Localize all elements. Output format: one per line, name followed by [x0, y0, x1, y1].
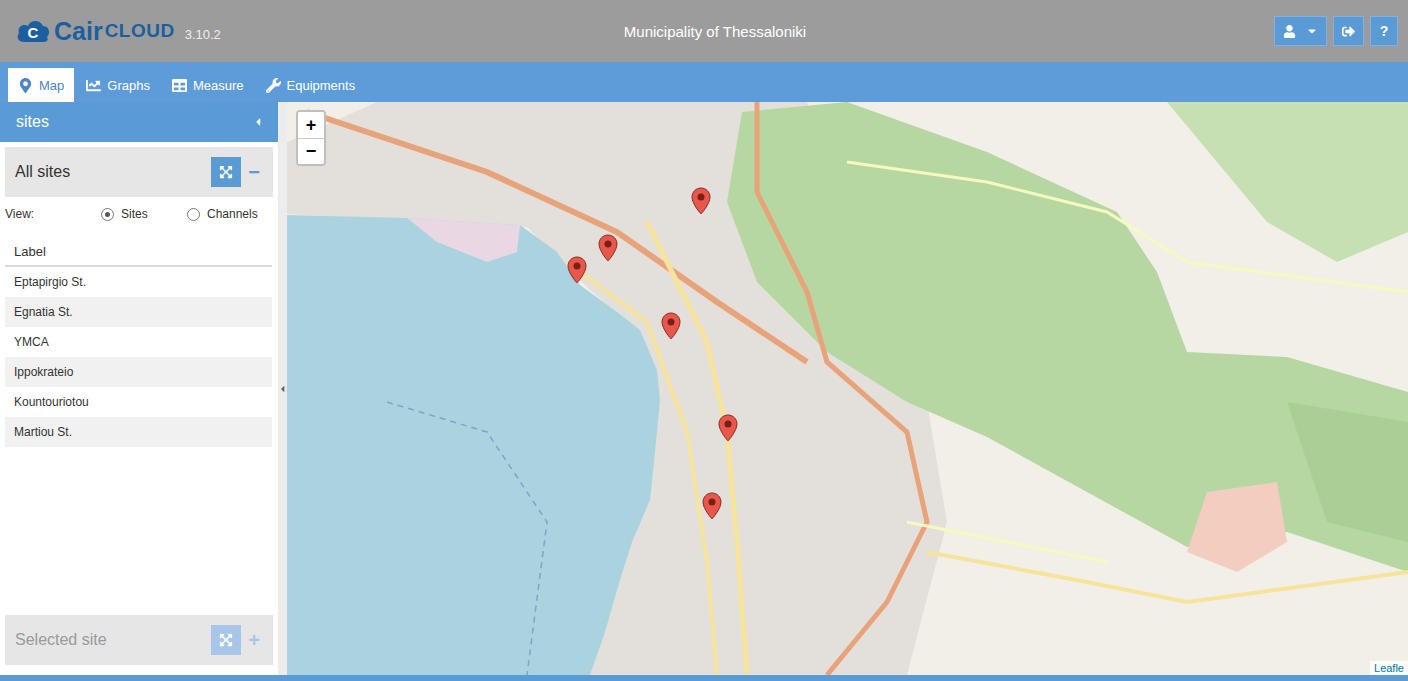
view-radio[interactable]: Sites [101, 207, 187, 221]
zoom-in-button[interactable]: + [298, 112, 324, 138]
sidebar: sites All sites− View:SitesChannels LabelEp… [0, 102, 278, 675]
map-pin-icon[interactable] [702, 492, 722, 520]
map-pin-icon[interactable] [661, 312, 681, 340]
sites-panel: All sites− View:SitesChannels LabelEptapir… [5, 147, 273, 447]
zoom-control: +− [296, 110, 326, 166]
app-window: C CairCLOUD 3.10.2 Municipality of Thessalo… [0, 0, 1408, 681]
map-pin-icon [18, 78, 33, 93]
help-button[interactable]: ? [1370, 16, 1398, 46]
chart-line-icon [86, 78, 101, 93]
map-pin-icon[interactable] [567, 256, 587, 284]
logo-suffix: CLOUD [105, 20, 175, 42]
header-buttons: ? [1274, 16, 1398, 46]
map-tiles[interactable] [287, 102, 1408, 675]
view-row: View:SitesChannels [5, 201, 273, 227]
zoom-out-button[interactable]: − [298, 138, 324, 164]
map-pin-icon[interactable] [691, 187, 711, 215]
logo-cloud-icon: C [16, 18, 50, 44]
main-area: sites All sites− View:SitesChannels LabelEp… [0, 102, 1408, 675]
user-menu-button[interactable] [1274, 16, 1327, 46]
table-icon [172, 78, 187, 93]
bottom-bar [0, 675, 1408, 681]
expand-icon [219, 165, 233, 179]
view-radio[interactable]: Channels [187, 207, 273, 221]
table-row[interactable]: Egnatia St. [5, 297, 272, 327]
selected-site-panel: Selected site+ [5, 615, 273, 665]
nav-tab[interactable]: Measure [162, 68, 254, 102]
expand-button[interactable] [211, 157, 241, 187]
nav-tab[interactable]: Map [8, 68, 74, 102]
table-row[interactable]: Martiou St. [5, 417, 272, 447]
table-row[interactable]: Eptapirgio St. [5, 267, 272, 297]
map-pin-icon[interactable] [598, 234, 618, 262]
table-row[interactable]: Kountouriotou [5, 387, 272, 417]
user-icon [1283, 25, 1296, 38]
logo-name: Cair [54, 17, 103, 46]
sidebar-title: sites [0, 102, 278, 142]
svg-text:C: C [28, 24, 39, 41]
header: C CairCLOUD 3.10.2 Municipality of Thessalo… [0, 0, 1408, 62]
version: 3.10.2 [185, 27, 221, 42]
splitter[interactable] [278, 102, 287, 675]
radio-circle [187, 208, 200, 221]
expand-button[interactable] [211, 625, 241, 655]
panel-header: Selected site+ [5, 615, 273, 665]
expand-icon [219, 633, 233, 647]
collapse-button[interactable]: − [245, 161, 263, 184]
logout-icon [1342, 25, 1355, 38]
nav-tab[interactable]: Graphs [76, 68, 160, 102]
table-row[interactable]: Ippokrateio [5, 357, 272, 387]
collapse-left-icon[interactable] [252, 116, 264, 128]
map-attribution[interactable]: Leafle [1370, 661, 1408, 675]
table-row[interactable]: YMCA [5, 327, 272, 357]
wrench-icon [266, 78, 281, 93]
map[interactable]: +− Leafle [287, 102, 1408, 675]
nav-tabs: MapGraphsMeasureEquipments [0, 62, 1408, 102]
window-title: Municipality of Thessaloniki [316, 23, 1274, 40]
caret-down-icon [1306, 25, 1318, 37]
nav-tab[interactable]: Equipments [256, 68, 366, 102]
add-button[interactable]: + [245, 629, 263, 652]
logout-button[interactable] [1333, 16, 1364, 46]
collapse-left-icon [278, 384, 287, 394]
radio-circle [101, 208, 114, 221]
map-pin-icon[interactable] [718, 414, 738, 442]
table-header[interactable]: Label [5, 237, 272, 267]
panel-header: All sites− [5, 147, 273, 197]
logo: C CairCLOUD 3.10.2 [16, 17, 316, 46]
radio-dot [105, 212, 110, 217]
